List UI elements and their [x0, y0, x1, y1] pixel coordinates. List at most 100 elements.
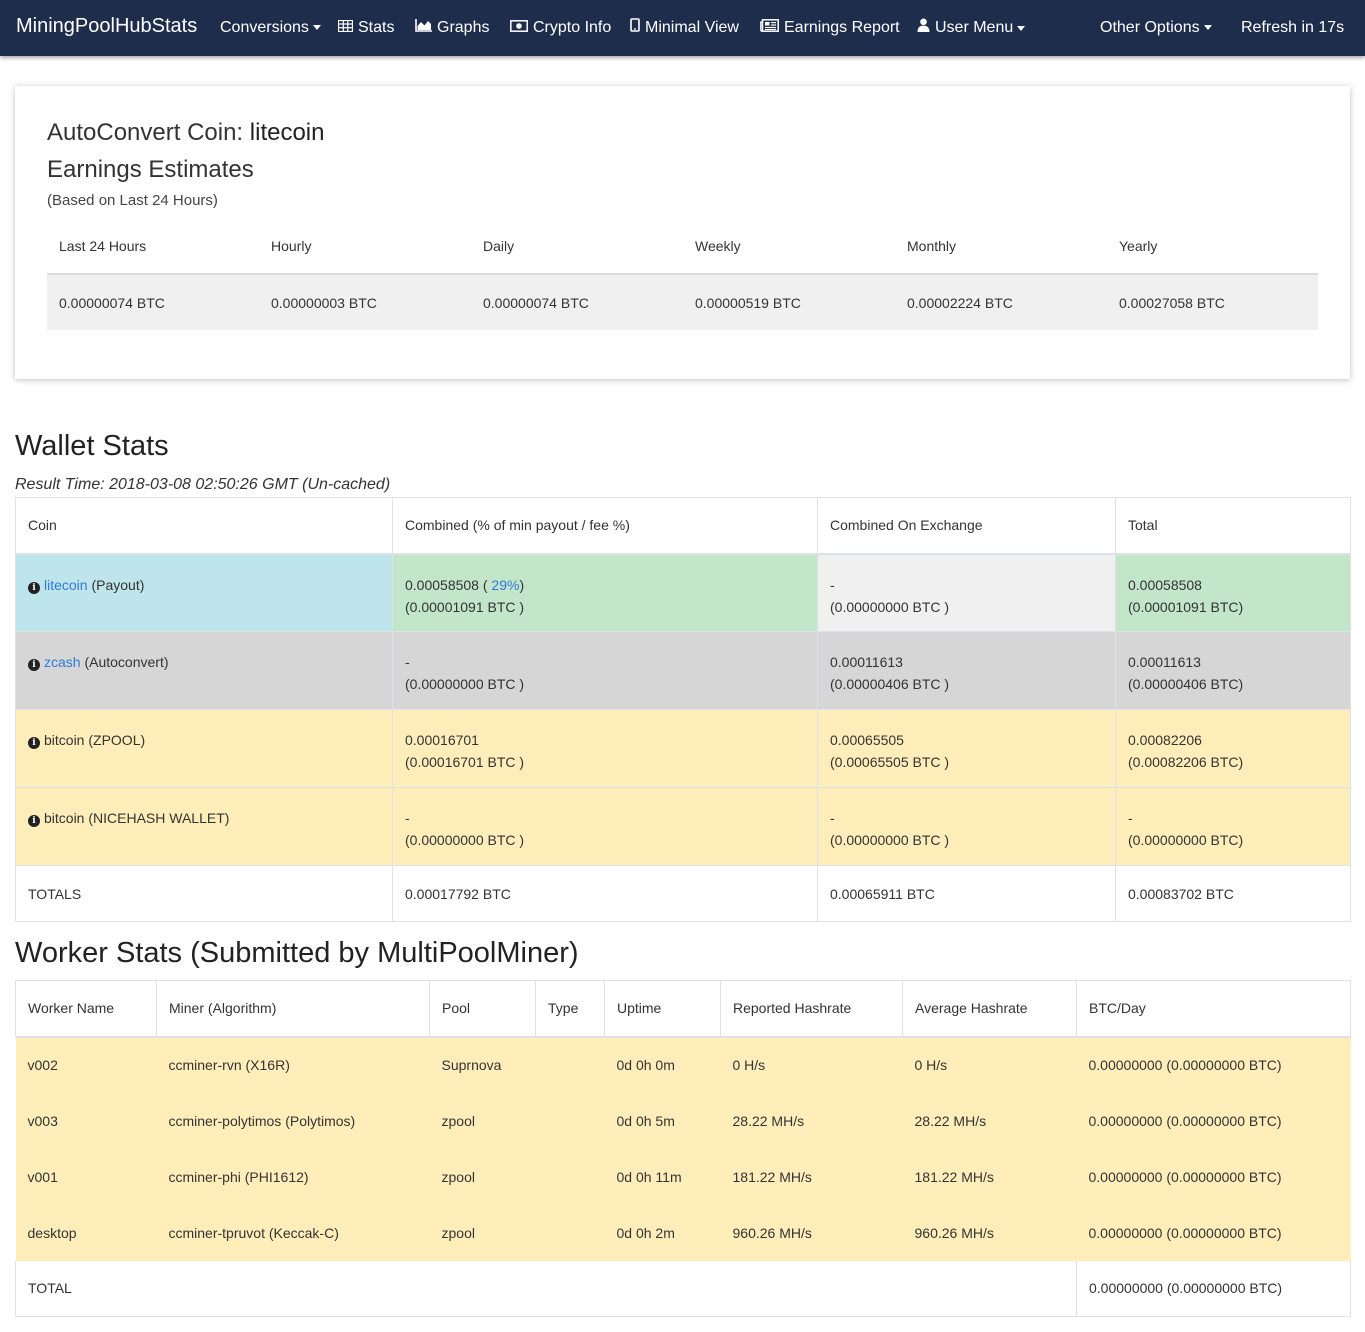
worker-miner: ccminer-rvn (X16R) — [156, 1036, 430, 1093]
worker-average-hashrate: 960.26 MH/s — [902, 1204, 1077, 1261]
totals-combined: 0.00017792 BTC — [392, 865, 818, 922]
column-header: Miner (Algorithm) — [156, 980, 430, 1038]
coin-tag: (Autoconvert) — [80, 654, 169, 670]
total-cell: 0.00058508 (0.00001091 BTC) — [1115, 553, 1351, 632]
worker-name: v002 — [15, 1036, 157, 1093]
exchange-cell: - (0.00000000 BTC ) — [817, 787, 1116, 866]
coin-cell: i litecoin (Payout) — [15, 553, 393, 632]
column-header: Combined (% of min payout / fee %) — [392, 497, 818, 555]
column-header: Uptime — [604, 980, 721, 1038]
autoconvert-prefix: AutoConvert Coin: — [47, 119, 250, 146]
coin-link[interactable]: zcash — [44, 654, 81, 670]
worker-reported-hashrate: 181.22 MH/s — [720, 1148, 903, 1205]
column-header: Last 24 Hours — [47, 218, 259, 275]
nav-graphs[interactable]: Graphs — [415, 18, 489, 40]
refresh-countdown[interactable]: Refresh in 17s — [1241, 18, 1344, 40]
earnings-estimates-subtitle: (Based on Last 24 Hours) — [47, 192, 218, 209]
nav-conversions[interactable]: Conversions — [220, 18, 321, 40]
column-header: Worker Name — [15, 980, 157, 1038]
worker-stats-title: Worker Stats (Submitted by MultiPoolMine… — [15, 937, 579, 969]
worker-pool: zpool — [429, 1092, 536, 1149]
nav-earnings-report[interactable]: Earnings Report — [760, 18, 900, 40]
earnings-estimates-title: Earnings Estimates — [47, 156, 254, 183]
worker-miner: ccminer-polytimos (Polytimos) — [156, 1092, 430, 1149]
nav-minimal-view[interactable]: Minimal View — [630, 18, 739, 40]
combined-close: ) — [519, 576, 525, 593]
table-icon — [337, 18, 354, 38]
info-icon[interactable]: i — [28, 659, 40, 671]
exchange-value: - — [830, 576, 835, 593]
column-header: Daily — [471, 218, 683, 275]
total-cell: - (0.00000000 BTC) — [1115, 787, 1351, 866]
worker-total-label: TOTAL — [15, 1260, 1077, 1317]
total-value: 0.00058508 — [1128, 576, 1202, 593]
nav-other-options[interactable]: Other Options — [1100, 18, 1212, 40]
worker-btc-day: 0.00000000 (0.00000000 BTC) — [1076, 1092, 1351, 1149]
total-btc: (0.00000000 BTC) — [1128, 832, 1244, 848]
column-header: Monthly — [895, 218, 1107, 275]
worker-btc-day: 0.00000000 (0.00000000 BTC) — [1076, 1148, 1351, 1205]
table-row: v001 ccminer-phi (PHI1612) zpool 0d 0h 1… — [15, 1148, 1351, 1205]
worker-miner: ccminer-phi (PHI1612) — [156, 1148, 430, 1205]
column-header: Hourly — [259, 218, 471, 275]
coin-tag: (ZPOOL) — [84, 732, 146, 748]
combined-btc: (0.00000000 BTC ) — [405, 832, 525, 848]
coin-link[interactable]: litecoin — [44, 577, 88, 593]
info-icon[interactable]: i — [28, 815, 40, 827]
total-btc: (0.00082206 BTC) — [1128, 754, 1244, 770]
combined-value: 0.00016701 — [405, 732, 479, 748]
exchange-cell: 0.00065505 (0.00065505 BTC ) — [817, 709, 1116, 788]
min-payout-percent-link[interactable]: 29% — [488, 577, 519, 593]
combined-value: - — [405, 654, 410, 670]
combined-cell: 0.00058508 ( 29%) (0.00001091 BTC ) — [392, 553, 818, 632]
worker-average-hashrate: 0 H/s — [902, 1036, 1077, 1093]
nav-crypto-info[interactable]: Crypto Info — [510, 18, 611, 40]
nav-user-menu[interactable]: User Menu — [917, 18, 1026, 40]
column-header: Total — [1115, 497, 1351, 555]
worker-total-row: TOTAL 0.00000000 (0.00000000 BTC) — [15, 1260, 1351, 1317]
table-row: 0.00000074 BTC 0.00000003 BTC 0.00000074… — [47, 274, 1318, 330]
worker-uptime: 0d 0h 11m — [604, 1148, 721, 1205]
combined-cell: - (0.00000000 BTC ) — [392, 631, 818, 710]
info-icon[interactable]: i — [28, 581, 40, 594]
worker-type — [535, 1148, 605, 1205]
nav-earnings-report-label: Earnings Report — [784, 19, 900, 37]
total-value: 0.00082206 — [1128, 732, 1202, 748]
column-header: Reported Hashrate — [720, 980, 903, 1038]
total-btc: (0.00000406 BTC) — [1128, 676, 1244, 692]
estimate-cell: 0.00002224 BTC — [895, 274, 1107, 330]
table-row: i bitcoin (NICEHASH WALLET) - (0.00000000… — [15, 787, 1351, 866]
exchange-cell: 0.00011613 (0.00000406 BTC ) — [817, 631, 1116, 710]
estimate-cell: 0.00000074 BTC — [471, 274, 683, 330]
info-icon[interactable]: i — [28, 737, 40, 749]
column-header: Average Hashrate — [902, 980, 1077, 1038]
totals-label: TOTALS — [15, 865, 393, 922]
exchange-btc: (0.00065505 BTC ) — [830, 754, 950, 770]
column-header: Pool — [429, 980, 536, 1038]
worker-type — [535, 1092, 605, 1149]
result-time: Result Time: 2018-03-08 02:50:26 GMT (Un… — [15, 476, 391, 493]
nav-minimal-view-label: Minimal View — [645, 19, 739, 37]
column-header: Coin — [15, 497, 393, 555]
exchange-btc: (0.00000000 BTC ) — [830, 832, 950, 848]
worker-type — [535, 1036, 605, 1093]
wallet-stats-title: Wallet Stats — [15, 430, 169, 462]
nav-stats[interactable]: Stats — [337, 18, 394, 40]
autoconvert-coin: litecoin — [249, 119, 325, 146]
brand-link[interactable]: MiningPoolHubStats — [16, 15, 197, 38]
worker-pool: zpool — [429, 1148, 536, 1205]
combined-cell: - (0.00000000 BTC ) — [392, 787, 818, 866]
column-header: Combined On Exchange — [817, 497, 1116, 555]
nav-other-options-label: Other Options — [1100, 19, 1200, 36]
coin-tag: (NICEHASH WALLET) — [84, 810, 230, 826]
worker-pool: zpool — [429, 1204, 536, 1261]
worker-reported-hashrate: 28.22 MH/s — [720, 1092, 903, 1149]
earnings-estimates-table: Last 24 Hours Hourly Daily Weekly Monthl… — [47, 218, 1318, 330]
table-row: v003 ccminer-polytimos (Polytimos) zpool… — [15, 1092, 1351, 1149]
coin-cell: i zcash (Autoconvert) — [15, 631, 393, 710]
exchange-value: 0.00065505 — [830, 732, 904, 748]
worker-type — [535, 1204, 605, 1261]
worker-name: desktop — [15, 1204, 157, 1261]
worker-reported-hashrate: 960.26 MH/s — [720, 1204, 903, 1261]
total-cell: 0.00011613 (0.00000406 BTC) — [1115, 631, 1351, 710]
